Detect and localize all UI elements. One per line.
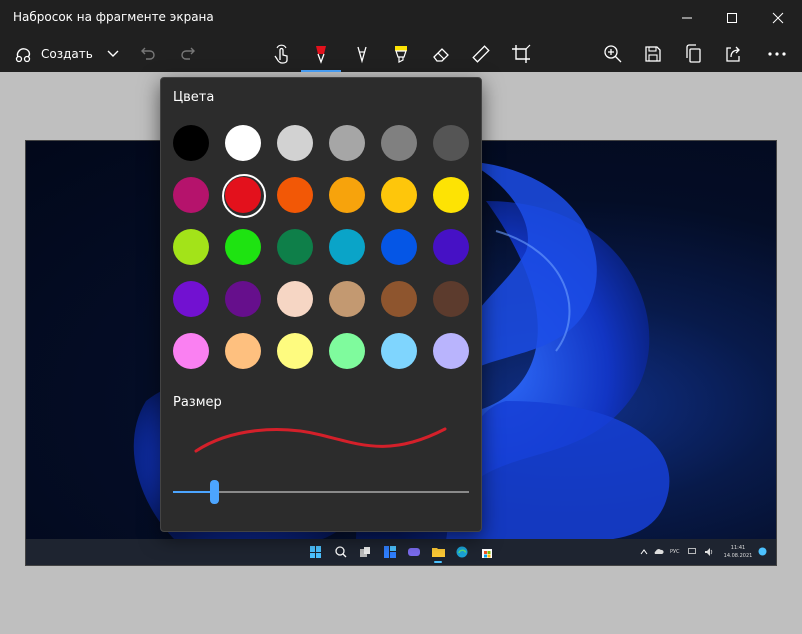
ruler-icon: [472, 45, 490, 63]
redo-button[interactable]: [177, 40, 199, 68]
highlighter-button[interactable]: [389, 40, 413, 68]
title-bar: Набросок на фрагменте экрана: [0, 0, 802, 36]
more-options-button[interactable]: [764, 40, 790, 68]
create-label: Создать: [41, 47, 93, 61]
save-button[interactable]: [641, 40, 665, 68]
crop-button[interactable]: [509, 40, 533, 68]
copy-icon: [686, 44, 701, 63]
active-app-indicator: [434, 561, 442, 563]
zoom-in-icon: [604, 45, 622, 63]
colors-heading: Цвета: [173, 90, 215, 105]
color-swatch[interactable]: [433, 229, 469, 265]
taskbar: РУС 11:41 14.08.2021: [26, 539, 776, 565]
color-swatch[interactable]: [329, 281, 365, 317]
start-icon[interactable]: [310, 546, 322, 558]
color-swatch[interactable]: [173, 177, 209, 213]
color-swatch[interactable]: [329, 125, 365, 161]
save-icon: [645, 46, 661, 62]
share-button[interactable]: [721, 40, 745, 68]
size-heading: Размер: [173, 395, 222, 410]
color-swatch[interactable]: [173, 125, 209, 161]
ballpoint-pen-icon: [316, 46, 326, 64]
touch-hand-icon: [274, 44, 288, 64]
color-swatch[interactable]: [225, 229, 261, 265]
edge-icon[interactable]: [456, 546, 468, 558]
color-swatch[interactable]: [381, 333, 417, 369]
color-swatch[interactable]: [433, 177, 469, 213]
undo-button[interactable]: [137, 40, 159, 68]
stroke-preview: [194, 427, 447, 453]
color-swatch[interactable]: [277, 281, 313, 317]
redo-icon: [181, 47, 195, 60]
create-button[interactable]: Создать: [14, 40, 93, 68]
toolbar: Создать: [0, 36, 802, 72]
maximize-icon: [727, 13, 737, 23]
color-swatch[interactable]: [329, 229, 365, 265]
task-view-icon[interactable]: [359, 546, 371, 558]
color-swatch[interactable]: [277, 333, 313, 369]
tray-chevron-up-icon[interactable]: [640, 549, 648, 555]
color-swatch[interactable]: [433, 281, 469, 317]
color-swatch[interactable]: [277, 125, 313, 161]
crop-icon: [512, 44, 531, 63]
widgets-icon[interactable]: [384, 546, 396, 558]
search-icon[interactable]: [335, 546, 347, 558]
notification-icon[interactable]: [758, 547, 767, 556]
color-swatch[interactable]: [329, 177, 365, 213]
color-swatch[interactable]: [329, 333, 365, 369]
size-slider-track[interactable]: [213, 491, 469, 493]
pen-settings-flyout: Цвета Размер: [160, 77, 482, 532]
more-dots-icon: [768, 52, 786, 56]
color-swatch[interactable]: [277, 177, 313, 213]
clock[interactable]: 11:41 14.08.2021: [721, 544, 755, 560]
cloud-icon[interactable]: [653, 548, 664, 555]
minimize-button[interactable]: [664, 0, 710, 36]
color-swatch[interactable]: [381, 281, 417, 317]
eraser-button[interactable]: [429, 40, 453, 68]
file-explorer-icon[interactable]: [432, 546, 445, 558]
maximize-button[interactable]: [709, 0, 755, 36]
chevron-down-icon: [107, 50, 119, 57]
chat-icon[interactable]: [408, 546, 420, 558]
ballpoint-pen-button[interactable]: [309, 40, 333, 68]
copy-button[interactable]: [681, 40, 705, 68]
volume-icon[interactable]: [705, 548, 714, 556]
size-slider-fill: [173, 491, 213, 493]
color-swatch[interactable]: [277, 229, 313, 265]
size-slider-thumb[interactable]: [209, 480, 219, 504]
color-swatch[interactable]: [222, 174, 266, 218]
clock-date: 14.08.2021: [723, 553, 753, 559]
window-title: Набросок на фрагменте экрана: [13, 10, 214, 24]
color-swatch[interactable]: [173, 281, 209, 317]
pencil-icon: [357, 46, 367, 64]
color-swatch[interactable]: [225, 281, 261, 317]
color-swatch[interactable]: [433, 333, 469, 369]
clock-time: 11:41: [730, 545, 746, 551]
undo-icon: [141, 47, 155, 60]
share-icon: [726, 46, 740, 62]
snip-icon: [15, 48, 31, 63]
color-swatch[interactable]: [381, 177, 417, 213]
highlighter-icon: [395, 46, 407, 63]
language-indicator[interactable]: РУС: [670, 549, 680, 555]
eraser-icon: [433, 48, 449, 62]
close-icon: [772, 12, 784, 24]
color-swatch[interactable]: [225, 333, 261, 369]
ruler-button[interactable]: [469, 40, 493, 68]
color-swatch[interactable]: [433, 125, 469, 161]
color-swatch[interactable]: [173, 229, 209, 265]
color-swatch[interactable]: [381, 229, 417, 265]
close-button[interactable]: [755, 0, 801, 36]
store-icon[interactable]: [481, 546, 493, 558]
pencil-button[interactable]: [350, 40, 374, 68]
color-swatch[interactable]: [173, 333, 209, 369]
color-swatch[interactable]: [381, 125, 417, 161]
create-dropdown-button[interactable]: [103, 40, 123, 68]
network-icon[interactable]: [688, 548, 697, 556]
zoom-button[interactable]: [601, 40, 625, 68]
touch-writing-button[interactable]: [270, 40, 294, 68]
minimize-icon: [682, 17, 692, 19]
color-swatch[interactable]: [225, 125, 261, 161]
